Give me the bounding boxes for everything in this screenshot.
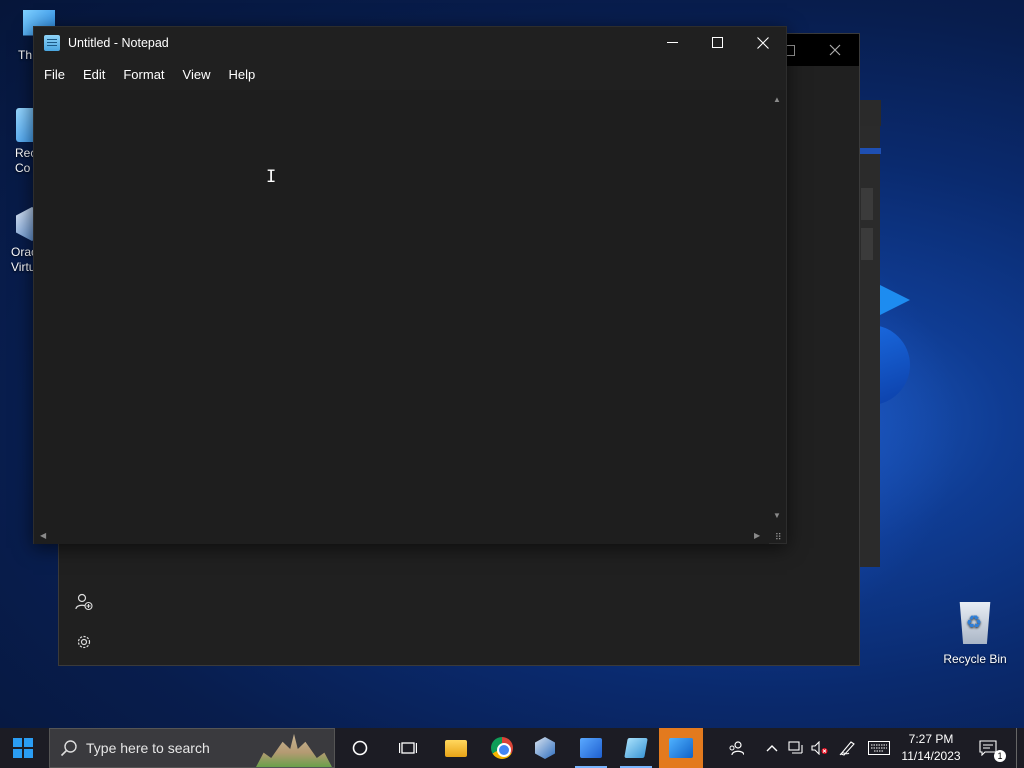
search-placeholder: Type here to search — [86, 740, 210, 756]
scroll-down-icon[interactable]: ▼ — [773, 512, 781, 520]
close-icon — [757, 36, 769, 49]
show-hidden-icons-button[interactable] — [762, 728, 782, 768]
menu-edit[interactable]: Edit — [77, 63, 111, 86]
menu-format[interactable]: Format — [117, 63, 170, 86]
taskbar: Type here to search 7:27 PM 11/14/2023 1 — [0, 728, 1024, 768]
desktop-icon-recycle-bin[interactable]: Recycle Bin — [938, 602, 1012, 666]
cortana-icon — [352, 740, 368, 756]
volume-muted-icon — [811, 741, 828, 755]
vertical-scrollbar[interactable]: ▲ ▼ — [769, 90, 786, 528]
close-icon[interactable] — [812, 34, 858, 66]
background-window-field — [861, 228, 873, 260]
scroll-left-icon[interactable]: ◀ — [40, 532, 46, 540]
search-icon — [60, 739, 78, 757]
menu-file[interactable]: File — [38, 63, 71, 86]
show-desktop-divider[interactable] — [1016, 728, 1017, 768]
taskbar-search-box[interactable]: Type here to search — [49, 728, 335, 768]
task-view-button[interactable] — [386, 728, 430, 768]
background-window[interactable] — [858, 100, 881, 567]
cortana-button[interactable] — [338, 728, 382, 768]
touch-keyboard-button[interactable] — [866, 728, 892, 768]
taskbar-vm-xp[interactable] — [569, 728, 613, 768]
remote-desktop-icon — [669, 738, 693, 758]
menu-bar: File Edit Format View Help — [34, 58, 786, 90]
people-button[interactable] — [724, 728, 748, 768]
notepad-app-icon — [44, 34, 60, 51]
network-icon — [788, 741, 803, 754]
notepad-window[interactable]: Untitled - Notepad File Edit Format View… — [33, 26, 787, 544]
people-icon — [729, 741, 744, 756]
clock-time: 7:27 PM — [908, 732, 954, 746]
folder-icon — [445, 739, 467, 757]
minimize-button[interactable] — [649, 27, 695, 58]
taskbar-notepad[interactable] — [614, 728, 658, 768]
taskbar-clock[interactable]: 7:27 PM 11/14/2023 — [896, 731, 966, 765]
notepad-icon — [624, 738, 648, 758]
chrome-icon — [491, 737, 513, 759]
clock-date: 11/14/2023 — [901, 749, 961, 763]
pen-icon — [839, 741, 855, 756]
notification-count-badge: 1 — [994, 750, 1006, 762]
minimize-icon — [666, 42, 678, 43]
chevron-up-icon — [766, 745, 778, 752]
maximize-icon — [711, 37, 723, 48]
taskbar-remote-desktop[interactable] — [659, 728, 703, 768]
background-window-field — [861, 188, 873, 220]
taskbar-file-explorer[interactable] — [434, 728, 478, 768]
notepad-titlebar[interactable]: Untitled - Notepad — [34, 27, 786, 58]
close-button[interactable] — [740, 27, 786, 58]
taskbar-chrome[interactable] — [480, 728, 524, 768]
action-center-button[interactable] — [976, 728, 1000, 768]
recycle-bin-icon — [959, 602, 991, 644]
menu-view[interactable]: View — [177, 63, 217, 86]
window-title: Untitled - Notepad — [68, 35, 169, 50]
volume-button[interactable] — [810, 728, 830, 768]
gear-icon[interactable] — [73, 631, 95, 653]
resize-grip-icon[interactable]: ⠿ — [775, 533, 784, 542]
taskbar-virtualbox[interactable] — [523, 728, 567, 768]
scroll-right-icon[interactable]: ▶ — [754, 532, 760, 540]
vm-xp-icon — [580, 738, 602, 758]
windows-logo-icon — [13, 738, 33, 758]
menu-help[interactable]: Help — [222, 63, 261, 86]
desktop-icon-label: Recycle Bin — [943, 652, 1007, 666]
background-window-titlebar — [859, 100, 881, 126]
network-button[interactable] — [786, 728, 806, 768]
background-window-header — [859, 148, 881, 154]
pen-workspace-button[interactable] — [837, 728, 859, 768]
maximize-button[interactable] — [694, 27, 740, 58]
scroll-up-icon[interactable]: ▲ — [773, 96, 781, 104]
text-editor-area[interactable] — [34, 90, 769, 528]
keyboard-icon — [868, 741, 890, 755]
start-button[interactable] — [0, 728, 46, 768]
virtualbox-icon — [535, 737, 555, 759]
search-highlight-image — [256, 733, 332, 767]
text-cursor-icon: I — [266, 167, 277, 187]
horizontal-scrollbar[interactable]: ◀ ▶ — [34, 528, 769, 544]
task-view-icon — [399, 742, 417, 754]
add-account-icon[interactable] — [73, 591, 95, 613]
